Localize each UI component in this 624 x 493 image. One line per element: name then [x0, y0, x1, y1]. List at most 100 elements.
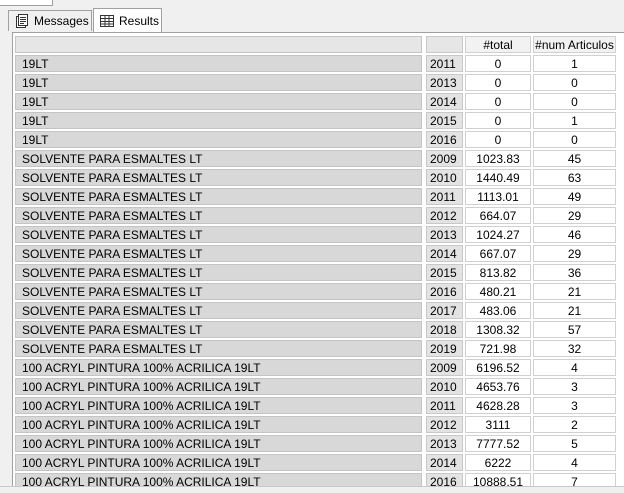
cell-num-articulos[interactable]: 3 [533, 378, 616, 395]
cell-year[interactable]: 2013 [426, 226, 463, 243]
table-row[interactable]: 19LT 2014 0 0 [15, 92, 620, 111]
cell-year[interactable]: 2009 [426, 359, 463, 376]
cell-name[interactable]: 19LT [15, 74, 422, 91]
cell-total[interactable]: 7777.52 [465, 435, 531, 452]
cell-name[interactable]: SOLVENTE PARA ESMALTES LT [15, 226, 422, 243]
cell-total[interactable]: 6222 [465, 454, 531, 471]
table-row[interactable]: SOLVENTE PARA ESMALTES LT 2018 1308.32 57 [15, 320, 620, 339]
cell-year[interactable]: 2015 [426, 264, 463, 281]
cell-total[interactable]: 1440.49 [465, 169, 531, 186]
cell-total[interactable]: 0 [465, 131, 531, 148]
cell-num-articulos[interactable]: 5 [533, 435, 616, 452]
cell-name[interactable]: 19LT [15, 112, 422, 129]
cell-num-articulos[interactable]: 4 [533, 359, 616, 376]
cell-name[interactable]: SOLVENTE PARA ESMALTES LT [15, 264, 422, 281]
cell-name[interactable]: 100 ACRYL PINTURA 100% ACRILICA 19LT [15, 435, 422, 452]
cell-name[interactable]: 100 ACRYL PINTURA 100% ACRILICA 19LT [15, 454, 422, 471]
table-row[interactable]: 19LT 2016 0 0 [15, 130, 620, 149]
cell-num-articulos[interactable]: 46 [533, 226, 616, 243]
cell-total[interactable]: 1024.27 [465, 226, 531, 243]
table-row[interactable]: SOLVENTE PARA ESMALTES LT 2011 1113.01 49 [15, 187, 620, 206]
column-header-name[interactable] [15, 36, 422, 53]
cell-name[interactable]: SOLVENTE PARA ESMALTES LT [15, 340, 422, 357]
cell-num-articulos[interactable]: 49 [533, 188, 616, 205]
cell-num-articulos[interactable]: 2 [533, 416, 616, 433]
cell-total[interactable]: 4653.76 [465, 378, 531, 395]
cell-total[interactable]: 483.06 [465, 302, 531, 319]
cell-num-articulos[interactable]: 21 [533, 302, 616, 319]
cell-year[interactable]: 2019 [426, 340, 463, 357]
table-row[interactable]: 100 ACRYL PINTURA 100% ACRILICA 19LT 2009… [15, 358, 620, 377]
cell-num-articulos[interactable]: 32 [533, 340, 616, 357]
cell-num-articulos[interactable]: 45 [533, 150, 616, 167]
cell-name[interactable]: 100 ACRYL PINTURA 100% ACRILICA 19LT [15, 378, 422, 395]
cell-num-articulos[interactable]: 29 [533, 207, 616, 224]
table-row[interactable]: 100 ACRYL PINTURA 100% ACRILICA 19LT 2016… [15, 472, 620, 487]
table-row[interactable]: 100 ACRYL PINTURA 100% ACRILICA 19LT 2012… [15, 415, 620, 434]
table-row[interactable]: SOLVENTE PARA ESMALTES LT 2009 1023.83 45 [15, 149, 620, 168]
cell-year[interactable]: 2012 [426, 207, 463, 224]
cell-num-articulos[interactable]: 36 [533, 264, 616, 281]
column-header-total[interactable]: #total [465, 36, 531, 53]
cell-total[interactable]: 10888.51 [465, 473, 531, 487]
cell-year[interactable]: 2010 [426, 378, 463, 395]
cell-total[interactable]: 480.21 [465, 283, 531, 300]
cell-num-articulos[interactable]: 29 [533, 245, 616, 262]
cell-name[interactable]: SOLVENTE PARA ESMALTES LT [15, 245, 422, 262]
cell-year[interactable]: 2013 [426, 435, 463, 452]
cell-name[interactable]: SOLVENTE PARA ESMALTES LT [15, 150, 422, 167]
cell-num-articulos[interactable]: 0 [533, 74, 616, 91]
cell-total[interactable]: 0 [465, 74, 531, 91]
tab-messages[interactable]: Messages [8, 10, 92, 31]
table-row[interactable]: 100 ACRYL PINTURA 100% ACRILICA 19LT 2013… [15, 434, 620, 453]
cell-year[interactable]: 2014 [426, 454, 463, 471]
table-row[interactable]: SOLVENTE PARA ESMALTES LT 2013 1024.27 46 [15, 225, 620, 244]
cell-year[interactable]: 2016 [426, 473, 463, 487]
cell-total[interactable]: 0 [465, 93, 531, 110]
cell-year[interactable]: 2016 [426, 283, 463, 300]
cell-name[interactable]: 100 ACRYL PINTURA 100% ACRILICA 19LT [15, 473, 422, 487]
table-row[interactable]: 100 ACRYL PINTURA 100% ACRILICA 19LT 2011… [15, 396, 620, 415]
cell-name[interactable]: 19LT [15, 55, 422, 72]
cell-total[interactable]: 813.82 [465, 264, 531, 281]
cell-name[interactable]: SOLVENTE PARA ESMALTES LT [15, 283, 422, 300]
cell-year[interactable]: 2009 [426, 150, 463, 167]
cell-name[interactable]: SOLVENTE PARA ESMALTES LT [15, 169, 422, 186]
table-row[interactable]: 100 ACRYL PINTURA 100% ACRILICA 19LT 2010… [15, 377, 620, 396]
cell-total[interactable]: 664.07 [465, 207, 531, 224]
cell-total[interactable]: 667.07 [465, 245, 531, 262]
cell-name[interactable]: 19LT [15, 131, 422, 148]
cell-name[interactable]: 100 ACRYL PINTURA 100% ACRILICA 19LT [15, 397, 422, 414]
cell-name[interactable]: SOLVENTE PARA ESMALTES LT [15, 302, 422, 319]
table-row[interactable]: 19LT 2011 0 1 [15, 54, 620, 73]
table-row[interactable]: SOLVENTE PARA ESMALTES LT 2019 721.98 32 [15, 339, 620, 358]
cell-total[interactable]: 4628.28 [465, 397, 531, 414]
table-row[interactable]: SOLVENTE PARA ESMALTES LT 2016 480.21 21 [15, 282, 620, 301]
cell-num-articulos[interactable]: 1 [533, 112, 616, 129]
cell-year[interactable]: 2017 [426, 302, 463, 319]
cell-year[interactable]: 2016 [426, 131, 463, 148]
tab-results[interactable]: Results [93, 8, 162, 32]
column-header-year[interactable] [426, 36, 463, 53]
cell-num-articulos[interactable]: 1 [533, 55, 616, 72]
cell-year[interactable]: 2012 [426, 416, 463, 433]
table-row[interactable]: 100 ACRYL PINTURA 100% ACRILICA 19LT 2014… [15, 453, 620, 472]
cell-total[interactable]: 0 [465, 55, 531, 72]
table-row[interactable]: 19LT 2013 0 0 [15, 73, 620, 92]
table-row[interactable]: 19LT 2015 0 1 [15, 111, 620, 130]
cell-name[interactable]: SOLVENTE PARA ESMALTES LT [15, 207, 422, 224]
cell-total[interactable]: 3111 [465, 416, 531, 433]
cell-year[interactable]: 2013 [426, 74, 463, 91]
cell-year[interactable]: 2011 [426, 188, 463, 205]
table-row[interactable]: SOLVENTE PARA ESMALTES LT 2012 664.07 29 [15, 206, 620, 225]
cell-year[interactable]: 2014 [426, 245, 463, 262]
cell-name[interactable]: 19LT [15, 93, 422, 110]
cell-year[interactable]: 2011 [426, 397, 463, 414]
cell-num-articulos[interactable]: 0 [533, 93, 616, 110]
table-row[interactable]: SOLVENTE PARA ESMALTES LT 2010 1440.49 63 [15, 168, 620, 187]
cell-year[interactable]: 2010 [426, 169, 463, 186]
cell-num-articulos[interactable]: 4 [533, 454, 616, 471]
table-row[interactable]: SOLVENTE PARA ESMALTES LT 2015 813.82 36 [15, 263, 620, 282]
cell-total[interactable]: 0 [465, 112, 531, 129]
cell-name[interactable]: SOLVENTE PARA ESMALTES LT [15, 321, 422, 338]
